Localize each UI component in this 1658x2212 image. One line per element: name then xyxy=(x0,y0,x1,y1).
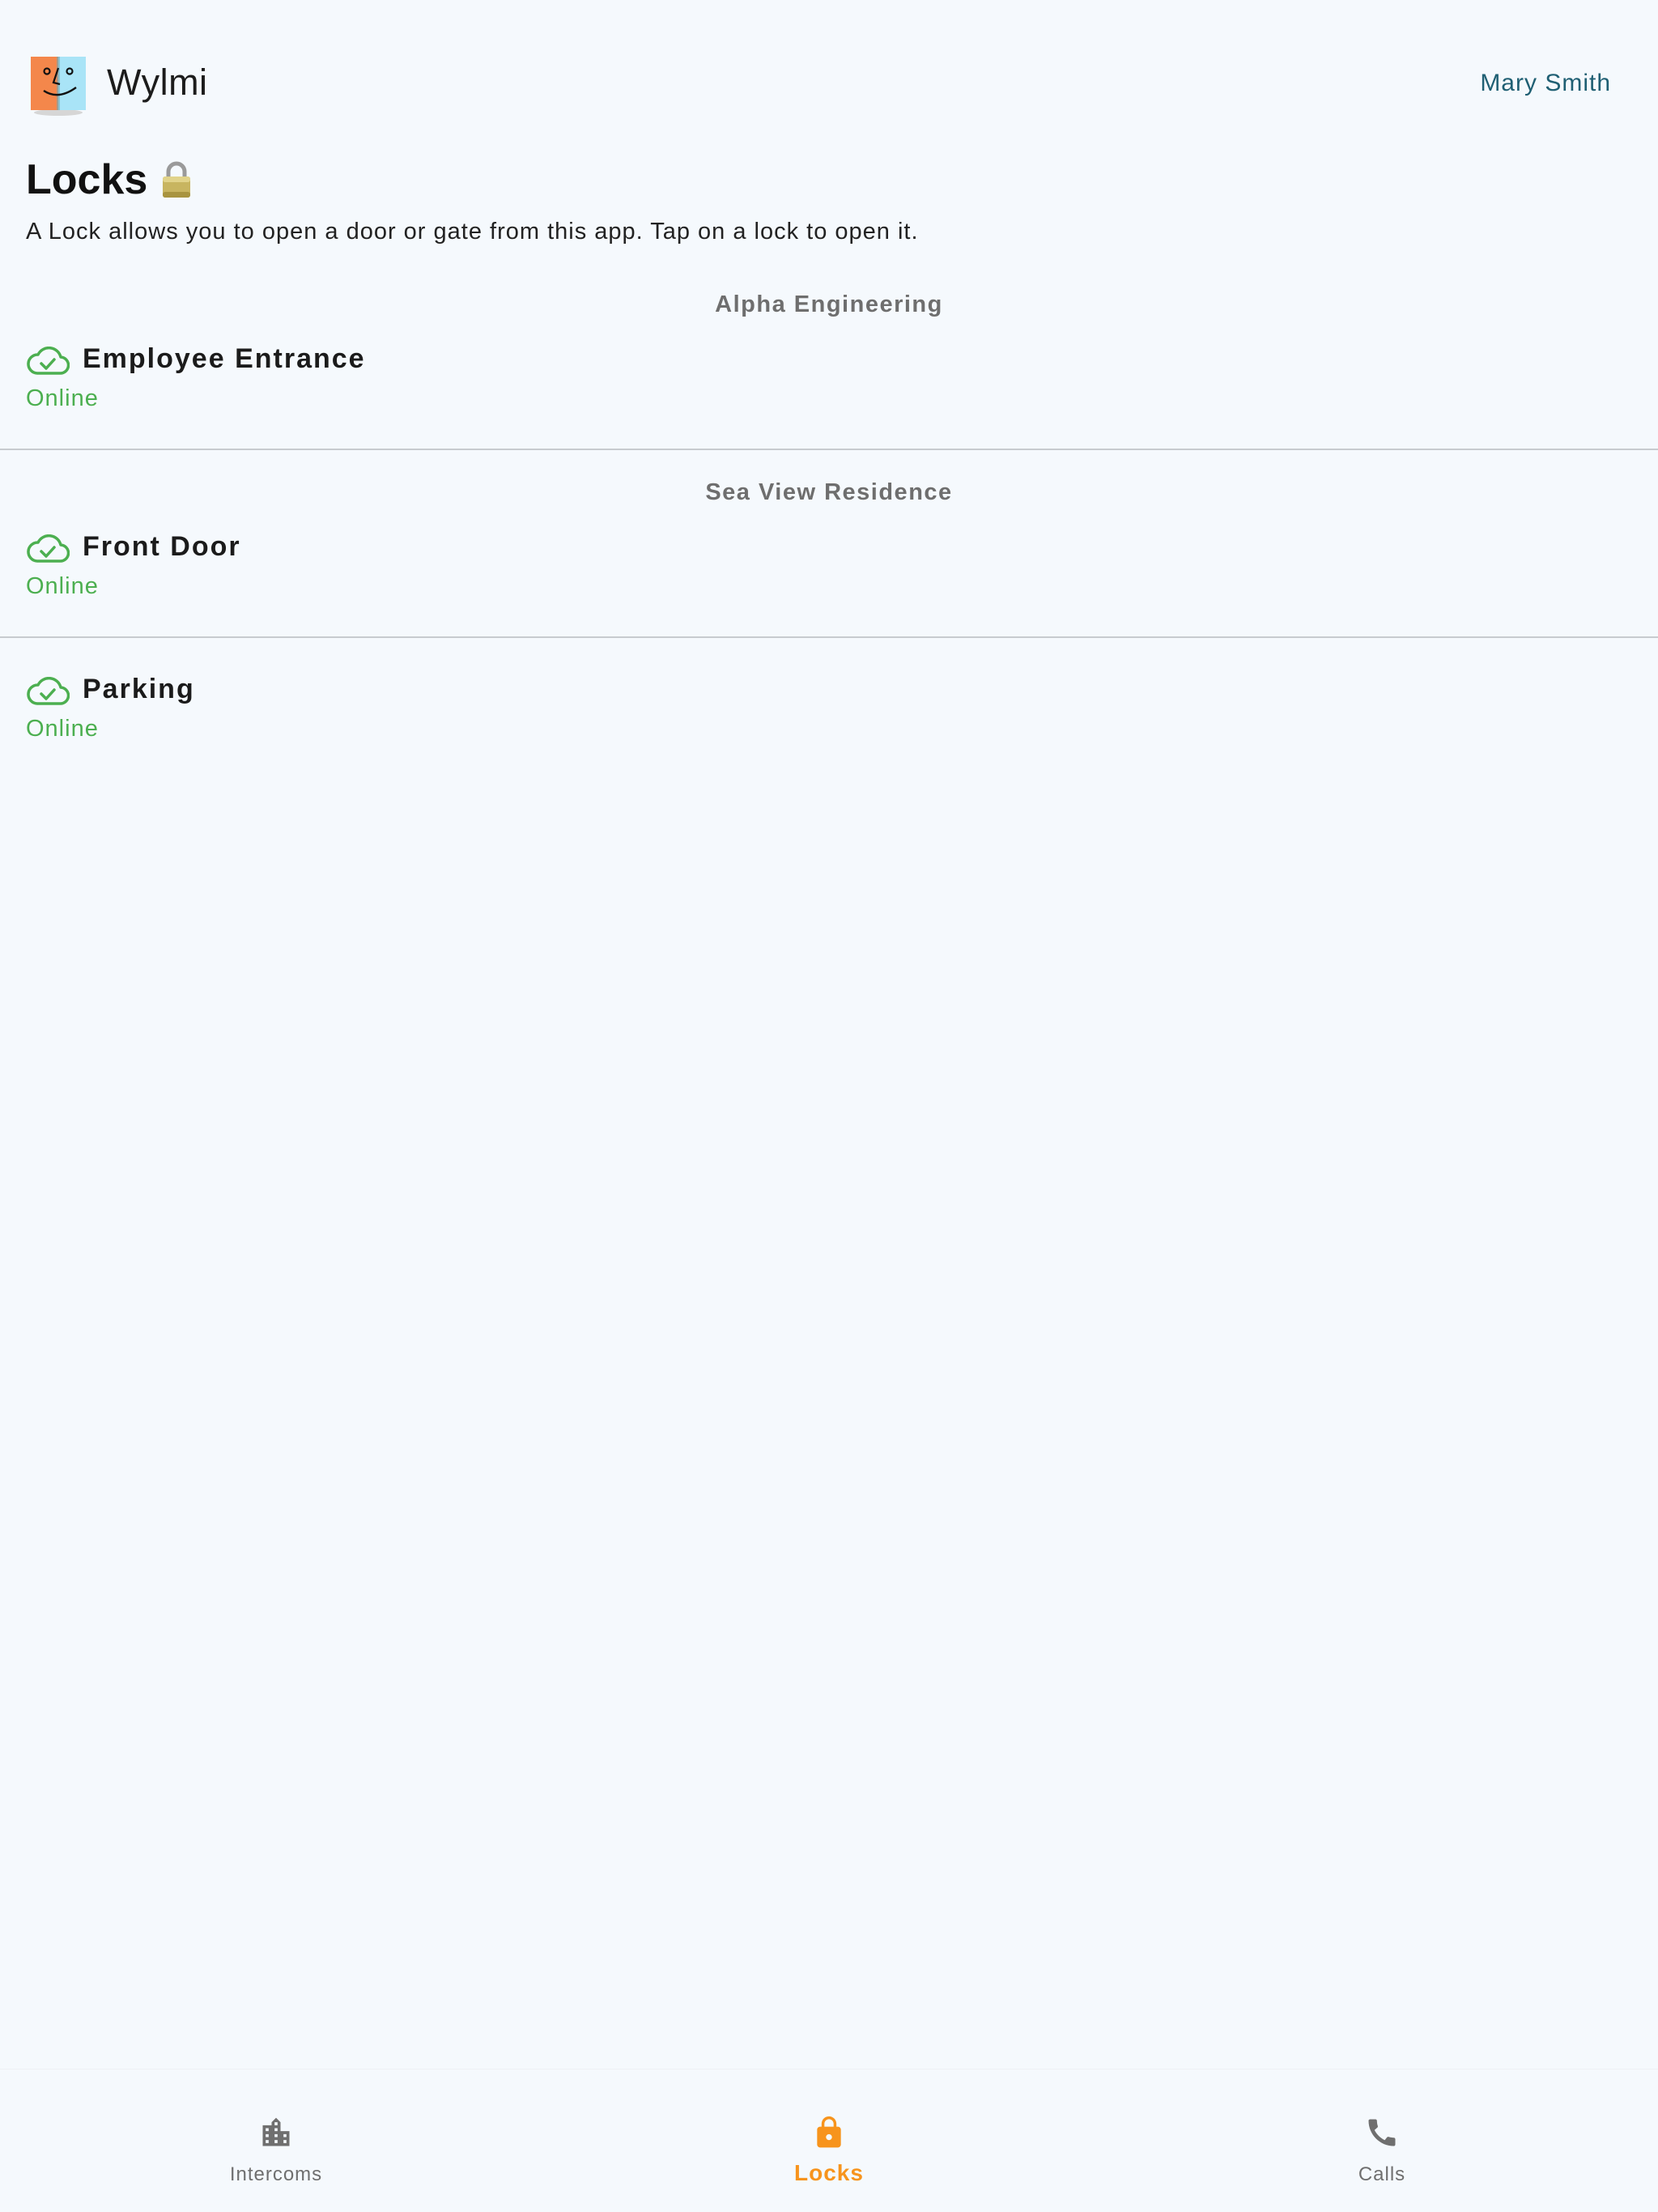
lock-status: Online xyxy=(26,716,99,742)
lock-name: Parking xyxy=(83,674,195,704)
nav-label: Calls xyxy=(1358,2163,1406,2185)
lock-name: Front Door xyxy=(83,531,241,562)
padlock-emoji-icon xyxy=(163,161,191,198)
lock-status: Online xyxy=(26,573,99,599)
user-account-link[interactable]: Mary Smith xyxy=(1480,70,1611,97)
cloud-check-icon xyxy=(27,677,70,705)
group-header: Alpha Engineering xyxy=(715,291,943,317)
nav-label: Intercoms xyxy=(229,2163,323,2185)
lock-item-parking[interactable]: Parking Online xyxy=(26,674,1632,758)
lock-icon xyxy=(817,2116,841,2148)
nav-tab-calls[interactable]: Calls xyxy=(1261,2069,1503,2212)
cloud-check-icon xyxy=(27,534,70,563)
app-name: Wylmi xyxy=(107,62,208,103)
page-title: Locks xyxy=(26,155,193,204)
lock-item-employee-entrance[interactable]: Employee Entrance Online xyxy=(26,343,1632,428)
page-description: A Lock allows you to open a door or gate… xyxy=(26,219,919,245)
nav-label: Locks xyxy=(794,2160,864,2185)
cloud-check-icon xyxy=(27,347,70,375)
lock-group-alpha-engineering: Alpha Engineering xyxy=(0,291,1658,318)
building-icon xyxy=(262,2117,290,2146)
lock-name: Employee Entrance xyxy=(83,343,366,374)
page-title-text: Locks xyxy=(26,156,148,203)
bottom-navigation: Intercoms Locks Calls xyxy=(0,2069,1658,2212)
phone-icon xyxy=(1368,2119,1396,2146)
lock-item-front-door[interactable]: Front Door Online xyxy=(26,531,1632,615)
wylmi-logo-icon xyxy=(31,57,86,116)
nav-tab-intercoms[interactable]: Intercoms xyxy=(155,2069,397,2212)
divider xyxy=(0,636,1658,638)
lock-status: Online xyxy=(26,385,99,411)
group-header: Sea View Residence xyxy=(705,479,953,505)
nav-tab-locks[interactable]: Locks xyxy=(708,2069,950,2212)
app-header: Wylmi Mary Smith xyxy=(0,0,1658,146)
divider xyxy=(0,449,1658,450)
lock-group-sea-view-residence: Sea View Residence xyxy=(0,479,1658,506)
